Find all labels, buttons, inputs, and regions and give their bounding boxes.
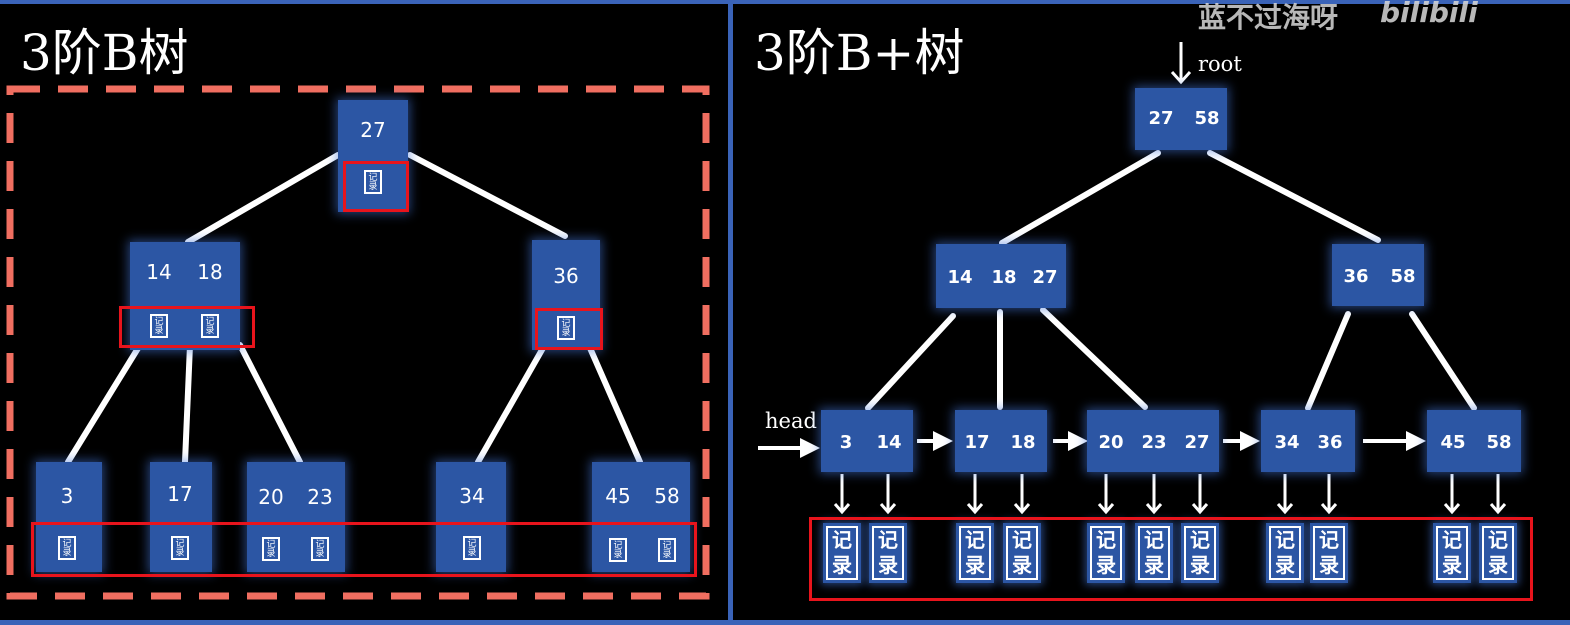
btree-leaf-key: 45 <box>605 484 631 508</box>
btree-leaf-key: 3 <box>60 484 74 508</box>
btree-leaf-key: 58 <box>654 484 680 508</box>
btree-internal-key: 36 <box>553 264 579 288</box>
root-label: root <box>1198 52 1242 76</box>
bplus-leaf-key: 23 <box>1141 432 1167 453</box>
bplus-leaf-key: 27 <box>1184 432 1210 453</box>
bplus-title: 3阶B+树 <box>754 24 965 82</box>
btree-internal-key: 18 <box>197 260 223 284</box>
bplus-leaf-key: 58 <box>1486 432 1512 453</box>
bplus-leaf-key: 45 <box>1440 432 1466 453</box>
bplus-leaf-key: 17 <box>964 432 990 453</box>
bplus-leaf-key: 3 <box>839 432 853 453</box>
bplus-leaf-key: 20 <box>1098 432 1124 453</box>
bplus-internal-key: 58 <box>1390 266 1416 287</box>
btree-leaf-key: 20 <box>258 485 284 509</box>
bplus-leaf-key: 34 <box>1274 432 1300 453</box>
btree-record-highlight <box>31 522 697 577</box>
bplus-record-highlight <box>809 517 1533 601</box>
bplus-internal-key: 36 <box>1343 266 1369 287</box>
bplus-root-key: 58 <box>1194 108 1220 129</box>
bplus-internal-key: 18 <box>991 267 1017 288</box>
bplus-leaf-key: 14 <box>876 432 902 453</box>
btree-internal-key: 14 <box>146 260 172 284</box>
btree-root-key: 27 <box>360 118 386 142</box>
bplus-leaf-key: 18 <box>1010 432 1036 453</box>
watermark-text: 蓝不过海呀 <box>1198 1 1339 34</box>
head-label: head <box>765 409 817 433</box>
bplus-leaf-key: 36 <box>1317 432 1343 453</box>
btree-leaf-key: 23 <box>307 485 333 509</box>
bplus-record-arrows <box>833 474 1507 515</box>
bplus-internal-key: 27 <box>1032 267 1058 288</box>
bplus-root-key: 27 <box>1148 108 1174 129</box>
btree-title: 3阶B树 <box>20 24 189 82</box>
bilibili-logo: bilibili <box>1380 0 1478 29</box>
bplus-internal-key: 14 <box>947 267 973 288</box>
btree-record-highlight <box>343 161 409 212</box>
root-arrow <box>1170 42 1192 85</box>
btree-record-highlight <box>535 308 603 350</box>
btree-record-highlight <box>119 306 255 348</box>
btree-leaf-key: 34 <box>459 484 485 508</box>
btree-leaf-key: 17 <box>167 482 193 506</box>
